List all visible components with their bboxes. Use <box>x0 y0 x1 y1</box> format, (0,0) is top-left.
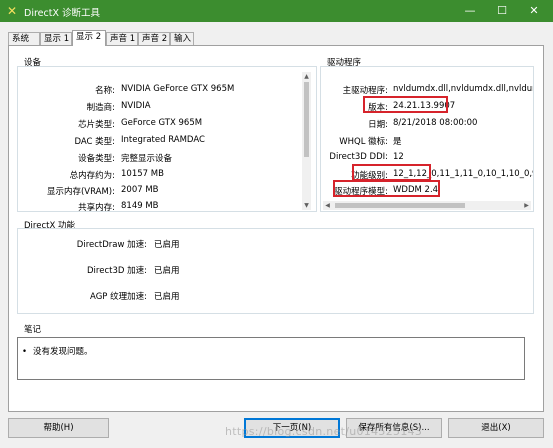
driver-row-date: 日期: 8/21/2018 08:00:00 <box>323 118 533 130</box>
agp-value: 已启用 <box>154 292 180 302</box>
scroll-right-arrow-icon[interactable]: ▶ <box>522 201 531 210</box>
scroll-left-arrow-icon[interactable]: ◀ <box>323 201 332 210</box>
direct3d-label: Direct3D 加速: <box>87 266 147 276</box>
device-type-value: 完整显示设备 <box>121 154 173 164</box>
close-button[interactable]: ✕ <box>519 0 549 22</box>
driver-row-whql: WHQL 徽标: 是 <box>323 135 533 147</box>
note-text: 没有发现问题。 <box>33 347 93 357</box>
tab-display-2[interactable]: 显示 2 <box>72 30 106 46</box>
note-item: • 没有发现问题。 <box>22 345 93 357</box>
driver-row-ddi: Direct3D DDI: 12 <box>323 152 533 164</box>
device-name-label: 名称: <box>95 86 115 96</box>
device-row-chip-type: 芯片类型: GeForce GTX 965M <box>20 118 280 130</box>
shared-memory-value: 8149 MB <box>121 201 159 211</box>
date-value: 8/21/2018 08:00:00 <box>393 118 478 128</box>
title-bar[interactable]: ✕ DirectX 诊断工具 — ☐ ✕ <box>0 0 553 22</box>
notes-textbox[interactable]: • 没有发现问题。 <box>17 337 525 380</box>
driver-model-highlight-box <box>333 180 440 197</box>
directdraw-label: DirectDraw 加速: <box>76 240 147 250</box>
ddi-value: 12 <box>393 152 404 162</box>
shared-memory-label: 共享内存: <box>78 203 115 213</box>
whql-label: WHQL 徽标: <box>339 137 388 147</box>
manufacturer-label: 制造商: <box>86 103 115 113</box>
tab-sound-1[interactable]: 声音 1 <box>106 32 138 45</box>
device-row-vram: 显示内存(VRAM): 2007 MB <box>20 185 280 197</box>
scroll-up-arrow-icon[interactable]: ▲ <box>302 72 311 81</box>
device-row-name: 名称: NVIDIA GeForce GTX 965M <box>20 84 280 96</box>
main-driver-label: 主驱动程序: <box>342 86 388 96</box>
vram-value: 2007 MB <box>121 185 159 195</box>
device-name-value: NVIDIA GeForce GTX 965M <box>121 84 235 94</box>
device-scrollbar[interactable]: ▲ ▼ <box>302 72 311 210</box>
chip-type-value: GeForce GTX 965M <box>121 118 203 128</box>
feature-row-direct3d: Direct3D 加速: 已启用 <box>20 264 240 276</box>
tab-sound-2[interactable]: 声音 2 <box>138 32 170 45</box>
vram-label: 显示内存(VRAM): <box>46 187 115 197</box>
date-label: 日期: <box>368 120 388 130</box>
window-title: DirectX 诊断工具 <box>24 8 100 19</box>
dac-type-value: Integrated RAMDAC <box>121 135 205 145</box>
device-row-manufacturer: 制造商: NVIDIA <box>20 101 280 113</box>
feature-level-highlight-box <box>352 164 431 181</box>
exit-button[interactable]: 退出(X) <box>448 418 544 438</box>
total-memory-value: 10157 MB <box>121 169 164 179</box>
drivers-scrollbar[interactable]: ◀ ▶ <box>323 201 531 210</box>
driver-row-main: 主驱动程序: nvldumdx.dll,nvldumdx.dll,nvldumd… <box>323 84 533 96</box>
feature-row-directdraw: DirectDraw 加速: 已启用 <box>20 238 240 250</box>
scroll-down-arrow-icon[interactable]: ▼ <box>302 201 311 210</box>
device-type-label: 设备类型: <box>78 154 115 164</box>
device-row-dac-type: DAC 类型: Integrated RAMDAC <box>20 135 280 147</box>
maximize-button[interactable]: ☐ <box>487 0 517 22</box>
device-row-device-type: 设备类型: 完整显示设备 <box>20 152 280 164</box>
tab-display-1[interactable]: 显示 1 <box>40 32 72 45</box>
device-row-shared-memory: 共享内存: 8149 MB <box>20 201 280 213</box>
feature-row-agp: AGP 纹理加速: 已启用 <box>20 290 240 302</box>
tab-input[interactable]: 输入 <box>170 32 194 45</box>
direct3d-value: 已启用 <box>154 266 180 276</box>
dac-type-label: DAC 类型: <box>74 137 115 147</box>
ddi-label: Direct3D DDI: <box>329 152 388 162</box>
directx-x-icon: ✕ <box>6 4 18 18</box>
whql-value: 是 <box>393 137 402 147</box>
bullet-icon: • <box>22 347 28 357</box>
chip-type-label: 芯片类型: <box>78 120 115 130</box>
main-driver-value: nvldumdx.dll,nvldumdx.dll,nvldumdx.d <box>393 84 533 94</box>
drivers-scrollbar-thumb[interactable] <box>335 203 465 208</box>
tab-system[interactable]: 系统 <box>8 32 40 45</box>
minimize-button[interactable]: — <box>455 0 485 22</box>
directdraw-value: 已启用 <box>154 240 180 250</box>
manufacturer-value: NVIDIA <box>121 101 151 111</box>
watermark: https://blog.csdn.net/u014525143 <box>225 425 423 438</box>
version-highlight-box <box>363 96 448 113</box>
total-memory-label: 总内存约为: <box>69 171 115 181</box>
agp-label: AGP 纹理加速: <box>90 292 147 302</box>
device-scrollbar-thumb[interactable] <box>304 82 309 157</box>
help-button[interactable]: 帮助(H) <box>8 418 109 438</box>
device-row-total-memory: 总内存约为: 10157 MB <box>20 169 280 181</box>
